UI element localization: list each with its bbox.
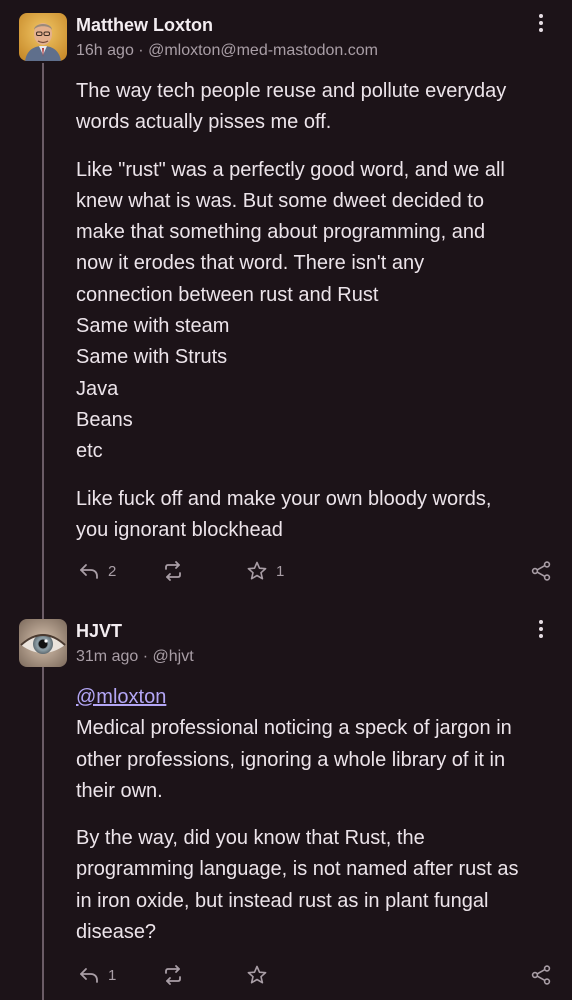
favourite-count: 1 [276, 562, 285, 580]
post-paragraph: Like fuck off and make your own bloody w… [76, 484, 558, 547]
author-display-name[interactable]: Matthew Loxton [76, 15, 213, 36]
boost-icon [165, 561, 181, 581]
post-meta: 31m ago · @hjvt [76, 648, 194, 666]
text-line: their own. [76, 779, 163, 802]
author-display-name[interactable]: HJVT [76, 621, 122, 642]
text-line: connection between rust and Rust [76, 283, 379, 306]
avatar[interactable] [19, 619, 67, 667]
text-line: etc [76, 440, 103, 463]
post-content: @mloxton Medical professional noticing a… [76, 682, 558, 964]
text-line: you ignorant blockhead [76, 518, 283, 541]
post-action-bar: 1 [0, 960, 572, 990]
meta-separator: · [142, 648, 149, 665]
reply-icon [80, 968, 98, 983]
text-line: By the way, did you know that Rust, the [76, 827, 425, 850]
share-button[interactable] [530, 556, 552, 586]
text-line: Same with steam [76, 315, 230, 338]
post-action-bar: 2 1 [0, 556, 572, 586]
text-line: Medical professional noticing a speck of… [76, 717, 512, 740]
post-paragraph: @mloxton Medical professional noticing a… [76, 682, 558, 807]
text-line: knew what is was. But some dweet decided… [76, 189, 484, 212]
author-handle[interactable]: @mloxton@med-mastodon.com [148, 42, 378, 59]
author-handle[interactable]: @hjvt [153, 648, 194, 665]
star-icon [247, 965, 267, 984]
text-line: Like "rust" was a perfectly good word, a… [76, 158, 505, 181]
more-options-button[interactable] [530, 12, 552, 34]
reply-button[interactable]: 2 [78, 556, 116, 586]
text-line: words actually pisses me off. [76, 111, 332, 134]
text-line: now it erodes that word. There isn't any [76, 252, 425, 275]
meta-separator: · [138, 42, 144, 59]
text-line: disease? [76, 921, 157, 944]
avatar[interactable] [19, 13, 67, 61]
reply-icon [80, 564, 98, 579]
text-line: Same with Struts [76, 346, 228, 369]
text-line: Like fuck off and make your own bloody w… [76, 487, 492, 510]
reply-button[interactable]: 1 [78, 960, 116, 990]
more-vertical-icon [539, 14, 543, 32]
share-icon [531, 561, 551, 581]
text-line: Java [76, 377, 119, 400]
post-paragraph: Like "rust" was a perfectly good word, a… [76, 155, 558, 468]
more-options-button[interactable] [530, 618, 552, 640]
boost-button[interactable] [162, 960, 192, 990]
post-content: The way tech people reuse and pollute ev… [76, 76, 558, 562]
share-icon [531, 965, 551, 985]
thread-connector-line [42, 63, 44, 1000]
text-line: Beans [76, 408, 133, 431]
post-timestamp[interactable]: 31m ago [76, 648, 138, 665]
favourite-button[interactable]: 1 [246, 556, 284, 586]
text-line: other professions, ignoring a whole libr… [76, 748, 506, 771]
favourite-button[interactable] [246, 960, 276, 990]
post-timestamp[interactable]: 16h ago [76, 42, 134, 59]
mention-link[interactable]: @mloxton [76, 682, 558, 713]
share-button[interactable] [530, 960, 552, 990]
reply-count: 1 [108, 966, 117, 984]
post-paragraph: By the way, did you know that Rust, the … [76, 823, 558, 948]
boost-button[interactable] [162, 556, 192, 586]
star-icon [247, 561, 267, 580]
post-meta: 16h ago · @mloxton@med-mastodon.com [76, 42, 378, 60]
text-line: make that something about programming, a… [76, 221, 486, 244]
text-line: programming language, is not named after… [76, 858, 519, 881]
text-line: in iron oxide, but instead rust as in pl… [76, 889, 489, 912]
text-line: The way tech people reuse and pollute ev… [76, 80, 507, 102]
more-vertical-icon [539, 620, 543, 638]
boost-icon [165, 965, 181, 985]
reply-count: 2 [108, 562, 117, 580]
post-paragraph: The way tech people reuse and pollute ev… [76, 76, 558, 139]
